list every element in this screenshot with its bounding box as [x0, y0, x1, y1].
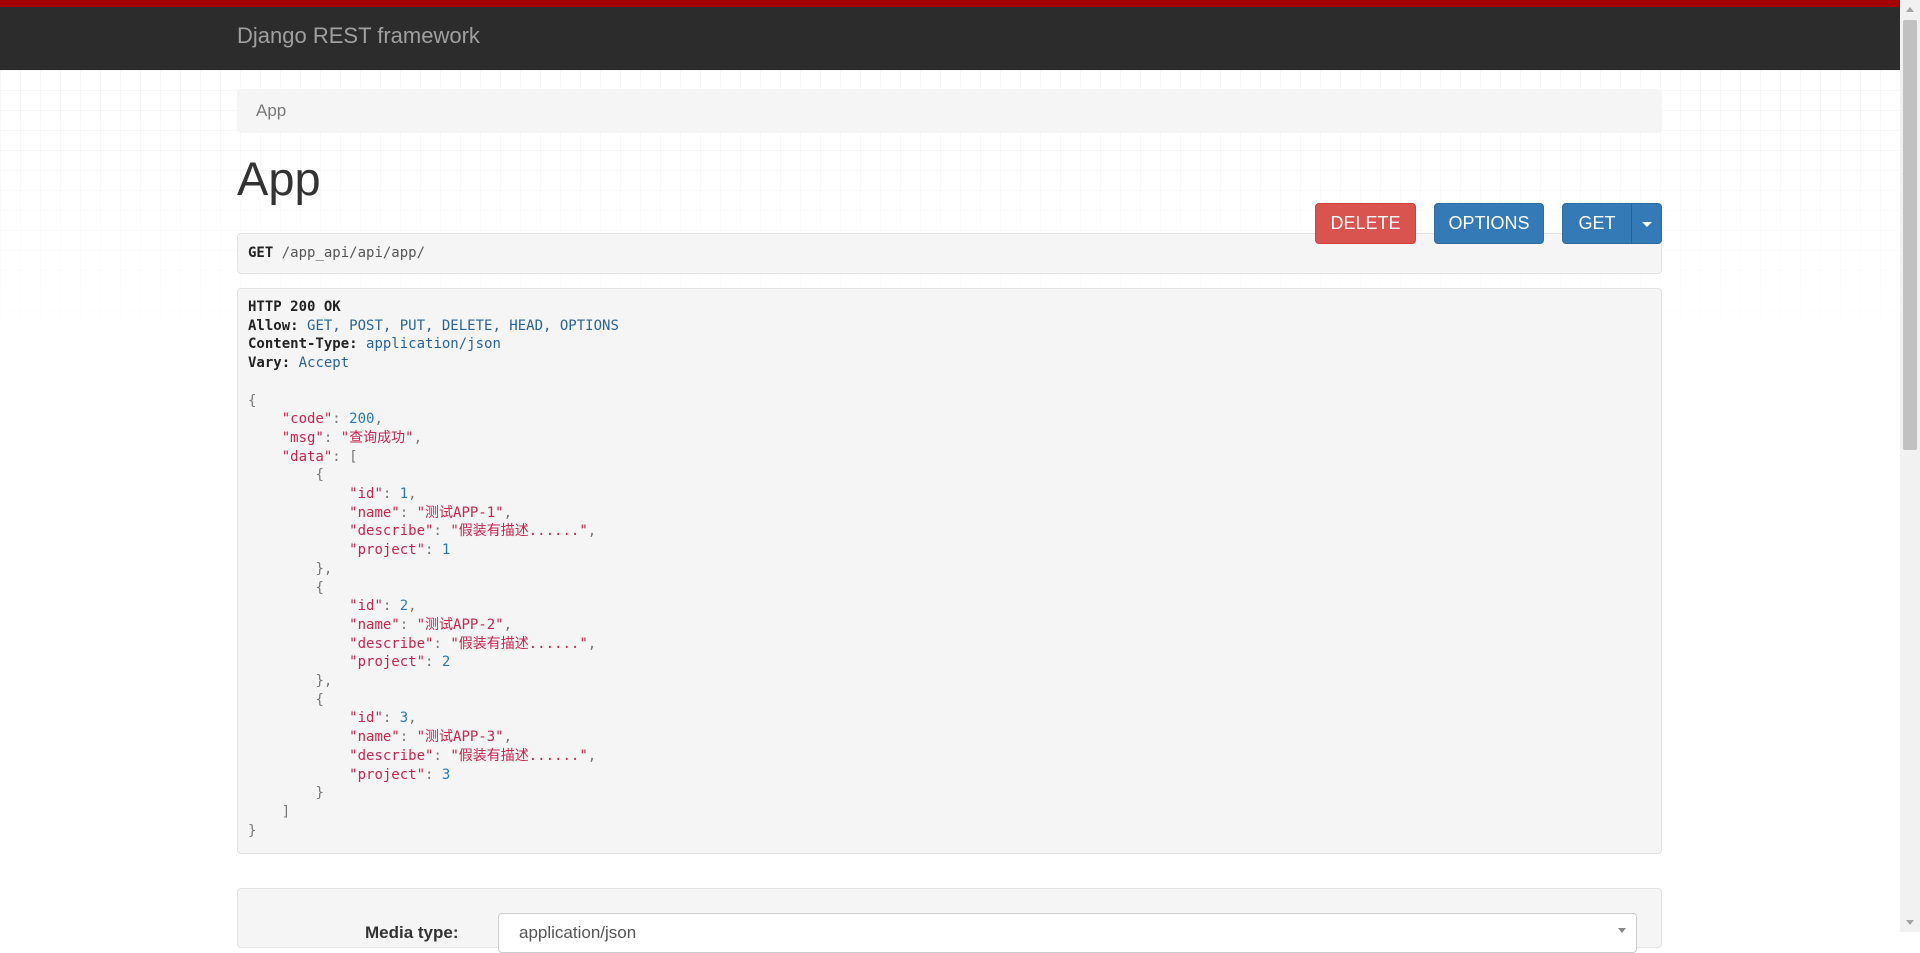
json-number: 1: [441, 542, 451, 559]
json-punct: ]: [281, 803, 291, 820]
title-row: App DELETE OPTIONS GET: [237, 133, 1662, 244]
media-type-form: Media type: application/json: [237, 888, 1662, 953]
scrollbar-thumb[interactable]: [1903, 20, 1917, 450]
json-key: "describe": [349, 523, 434, 540]
json-key: "describe": [349, 747, 434, 764]
json-number: 200: [349, 411, 375, 428]
scroll-up-icon[interactable]: [1906, 7, 1914, 12]
json-punct: ,: [408, 598, 417, 615]
json-punct: }: [315, 673, 324, 690]
json-key: "name": [349, 616, 400, 633]
json-punct: :: [399, 729, 417, 746]
main-content: App App DELETE OPTIONS GET GET /app_api/…: [237, 89, 1662, 854]
json-key: "project": [349, 654, 426, 671]
json-key: "code": [281, 411, 333, 428]
header-key: Allow:: [248, 317, 299, 334]
json-key: "data": [281, 448, 333, 465]
json-punct: ,: [587, 635, 597, 652]
json-punct: [: [349, 448, 358, 465]
json-key: "msg": [281, 429, 324, 446]
json-key: "project": [349, 766, 426, 783]
scroll-down-icon[interactable]: [1906, 920, 1914, 925]
caret-down-icon: [1641, 221, 1652, 227]
options-button[interactable]: OPTIONS: [1434, 203, 1544, 244]
header-value: GET, POST, PUT, DELETE, HEAD, OPTIONS: [307, 317, 619, 334]
json-punct: ,: [587, 523, 597, 540]
response-status: HTTP 200 OK: [248, 299, 341, 315]
json-punct: :: [332, 448, 350, 465]
json-string: "假装有描述......": [450, 747, 588, 764]
json-punct: ,: [323, 560, 333, 577]
json-number: 3: [399, 710, 409, 727]
header-key: Content-Type:: [248, 336, 358, 353]
get-format-dropdown-button[interactable]: [1631, 203, 1662, 244]
json-punct: :: [433, 635, 451, 652]
json-key: "describe": [349, 635, 434, 652]
json-punct: ,: [503, 616, 513, 633]
request-path: /app_api/api/app/: [281, 245, 426, 261]
json-punct: ,: [413, 429, 423, 446]
json-punct: :: [382, 486, 400, 503]
json-punct: ,: [503, 729, 513, 746]
json-number: 2: [399, 598, 409, 615]
json-key: "id": [349, 598, 383, 615]
header-value: application/json: [366, 336, 501, 353]
breadcrumb-item-app: App: [256, 101, 287, 120]
json-punct: {: [315, 579, 324, 596]
json-string: "测试APP-3": [416, 729, 504, 746]
json-number: 1: [399, 486, 409, 503]
json-punct: }: [315, 560, 324, 577]
brand-link[interactable]: Django REST framework: [237, 23, 480, 49]
json-punct: ,: [408, 486, 417, 503]
response-info: HTTP 200 OK Allow: GET, POST, PUT, DELET…: [237, 288, 1662, 854]
media-type-select[interactable]: application/json: [498, 913, 1637, 953]
navbar: Django REST framework: [0, 0, 1900, 70]
json-number: 3: [441, 766, 451, 783]
json-key: "project": [349, 542, 426, 559]
scrollbar[interactable]: [1900, 0, 1920, 932]
json-punct: :: [433, 747, 451, 764]
json-punct: }: [248, 822, 257, 839]
json-punct: :: [323, 429, 341, 446]
json-punct: {: [315, 691, 324, 708]
get-button[interactable]: GET: [1562, 203, 1632, 244]
json-punct: ,: [587, 747, 597, 764]
breadcrumb: App: [237, 89, 1662, 133]
page-title: App: [237, 152, 321, 205]
json-punct: :: [399, 616, 417, 633]
json-punct: :: [399, 504, 417, 521]
json-punct: ,: [374, 411, 383, 428]
media-type-value: application/json: [519, 923, 637, 942]
header-key: Vary:: [248, 355, 291, 372]
delete-button[interactable]: DELETE: [1315, 203, 1416, 244]
json-punct: ,: [503, 504, 513, 521]
json-body: { "code": 200, "msg": "查询成功", "data": [ …: [248, 393, 596, 839]
json-string: "假装有描述......": [450, 635, 588, 652]
json-key: "name": [349, 504, 400, 521]
json-punct: ,: [408, 710, 417, 727]
json-key: "id": [349, 486, 383, 503]
json-punct: ,: [323, 673, 333, 690]
json-punct: {: [315, 467, 324, 484]
media-type-label: Media type:: [365, 923, 459, 942]
json-punct: :: [382, 710, 400, 727]
chevron-down-icon: [1618, 928, 1626, 933]
json-string: "测试APP-1": [416, 504, 504, 521]
request-method: GET: [248, 245, 274, 261]
json-punct: :: [433, 523, 451, 540]
json-number: 2: [441, 654, 451, 671]
json-key: "name": [349, 729, 400, 746]
json-string: "测试APP-2": [416, 616, 504, 633]
json-punct: :: [382, 598, 400, 615]
json-punct: :: [425, 542, 442, 559]
json-punct: }: [315, 785, 324, 802]
json-string: "假装有描述......": [450, 523, 588, 540]
json-punct: :: [332, 411, 350, 428]
header-value: Accept: [298, 355, 350, 372]
json-punct: {: [248, 392, 257, 409]
json-key: "id": [349, 710, 383, 727]
json-punct: :: [425, 654, 442, 671]
json-string: "查询成功": [340, 429, 414, 446]
json-punct: :: [425, 766, 442, 783]
